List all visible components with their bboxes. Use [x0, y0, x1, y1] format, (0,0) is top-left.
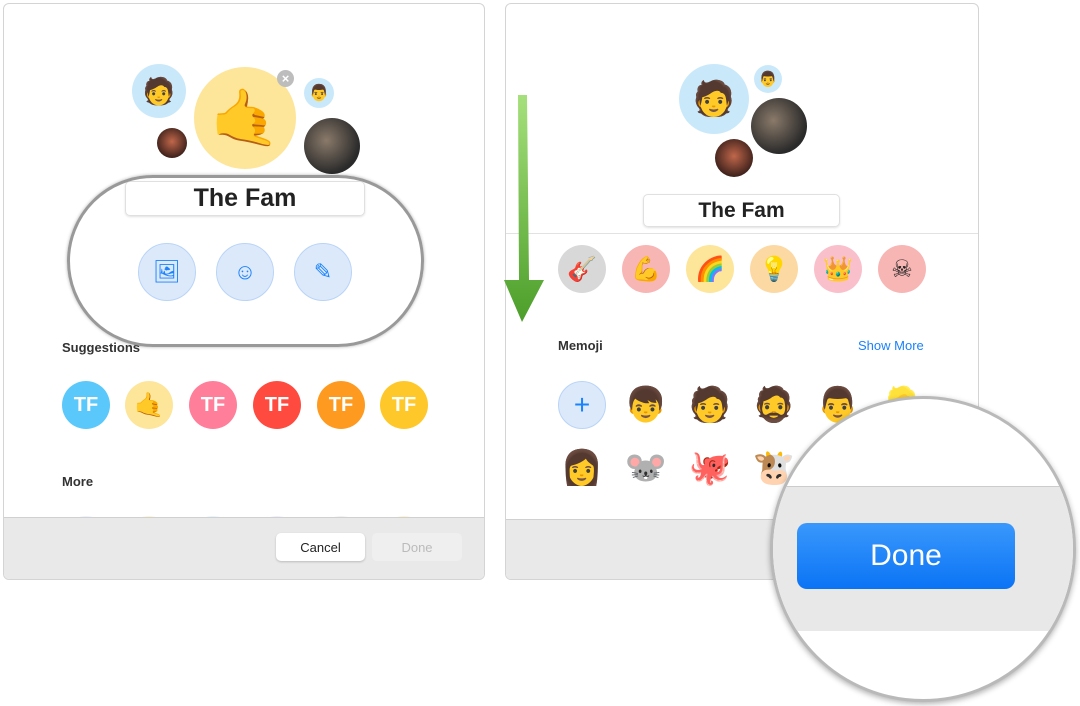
member-avatar-memoji: 🧑	[132, 64, 186, 118]
memoji-heading: Memoji	[558, 338, 603, 353]
memoji-option[interactable]: 🧔	[750, 381, 798, 429]
emoji-option[interactable]: 🌈	[686, 245, 734, 293]
suggestion-avatar[interactable]: TF	[189, 381, 237, 429]
memoji-option[interactable]: 🐙	[686, 444, 734, 492]
scroll-down-arrow	[504, 95, 544, 322]
done-button-disabled[interactable]: Done	[372, 533, 462, 561]
member-avatar-memoji: 🧑	[679, 64, 749, 134]
more-heading: More	[62, 474, 94, 489]
plus-icon: +	[573, 389, 591, 420]
suggestion-avatar[interactable]: TF	[253, 381, 301, 429]
divider	[506, 233, 978, 234]
show-more-link[interactable]: Show More	[858, 338, 924, 353]
member-avatar-photo	[715, 139, 753, 177]
emoji-option[interactable]: 🎸	[558, 245, 606, 293]
member-avatar-photo	[157, 128, 187, 158]
add-memoji-button[interactable]: +	[558, 381, 606, 429]
dialog-footer: Cancel Done	[4, 517, 484, 579]
done-button[interactable]: Done	[797, 523, 1015, 589]
memoji-option[interactable]: 🐭	[622, 444, 670, 492]
suggestion-avatar[interactable]: TF	[62, 381, 110, 429]
group-name-field[interactable]: The Fam	[643, 194, 840, 227]
suggestion-avatar[interactable]: TF	[380, 381, 428, 429]
suggestion-avatar[interactable]: 🤙	[125, 381, 173, 429]
remove-photo-button[interactable]: ×	[277, 70, 294, 87]
cancel-button[interactable]: Cancel	[276, 533, 365, 561]
member-avatar-photo	[304, 118, 360, 174]
emoji-option[interactable]: ☠	[878, 245, 926, 293]
member-avatar-photo	[751, 98, 807, 154]
memoji-option[interactable]: 🧑	[686, 381, 734, 429]
emoji-option[interactable]: 👑	[814, 245, 862, 293]
magnifier-callout: Done	[770, 396, 1076, 702]
member-avatar-small-memoji: 👨	[754, 65, 782, 93]
memoji-option[interactable]: 👦	[622, 381, 670, 429]
highlight-oval	[67, 175, 424, 347]
member-avatar-small-memoji: 👨	[304, 78, 334, 108]
emoji-option[interactable]: 💪	[622, 245, 670, 293]
emoji-option[interactable]: 💡	[750, 245, 798, 293]
memoji-option[interactable]: 👩	[558, 444, 606, 492]
suggestion-avatar[interactable]: TF	[317, 381, 365, 429]
